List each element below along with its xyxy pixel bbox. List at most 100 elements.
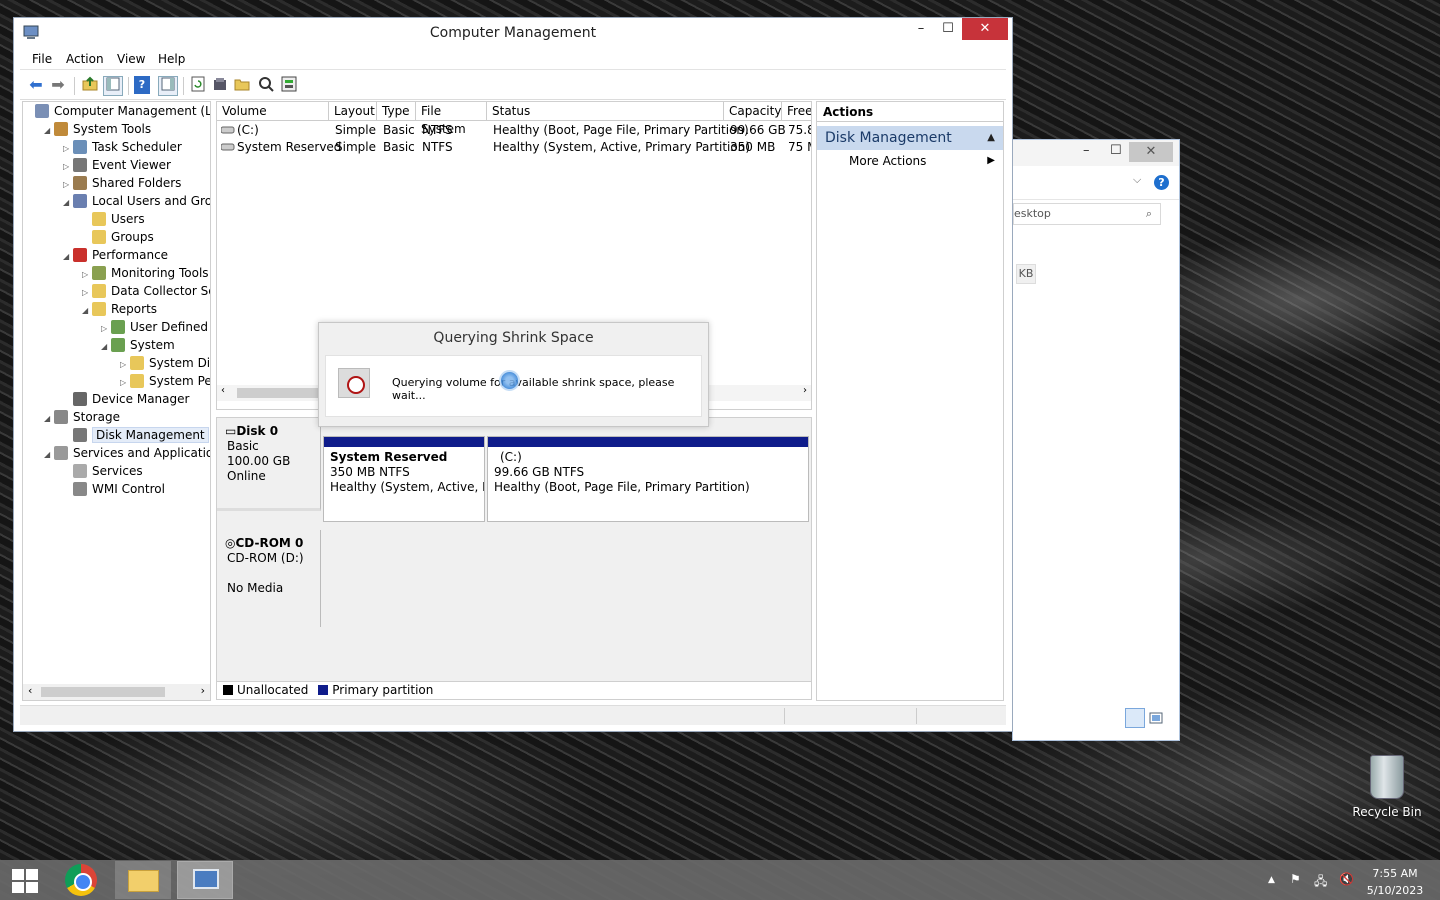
tree-node[interactable]: WMI Control	[63, 480, 165, 498]
show-hide-console-tree-icon[interactable]	[103, 76, 123, 96]
tree-node[interactable]: Services	[63, 462, 143, 480]
tree-node[interactable]: Groups	[82, 228, 154, 246]
volume-muted-icon[interactable]: 🔇	[1339, 872, 1354, 886]
background-window-titlebar[interactable]: – ☐ ✕	[1013, 140, 1179, 166]
toolbar-separator	[74, 77, 75, 95]
scroll-right-icon[interactable]: ›	[201, 684, 205, 697]
expand-arrow-icon[interactable]: ◢	[44, 122, 54, 140]
tree-node[interactable]: ▷Data Collector Sets	[82, 282, 210, 300]
minimize-button[interactable]: –	[907, 18, 935, 40]
tree-node[interactable]: Computer Management (Local	[25, 102, 210, 120]
large-icons-view-icon[interactable]	[1149, 708, 1165, 728]
tree-horizontal-scrollbar[interactable]: ‹ ›	[23, 684, 210, 700]
tree-node[interactable]: ▷System Diagn	[120, 354, 210, 372]
tree-node[interactable]: ▷System Perfo	[120, 372, 210, 390]
cdrom-0-label[interactable]: ◎CD-ROM 0 CD-ROM (D:) No Media	[217, 530, 321, 627]
disk-0-label[interactable]: ▭Disk 0 Basic 100.00 GB Online	[217, 418, 321, 511]
expand-arrow-icon[interactable]: ◢	[63, 194, 73, 212]
collapse-arrow-icon[interactable]: ▲	[987, 126, 995, 150]
background-explorer-window[interactable]: – ☐ ✕ ⌵ ? esktop ⌕ KB	[1012, 139, 1180, 741]
tree-node[interactable]: ▷ Task Scheduler	[63, 138, 182, 156]
expand-arrow-icon[interactable]: ◢	[63, 248, 73, 266]
tree-node-icon	[92, 284, 106, 298]
tree-node[interactable]: Disk Management	[63, 426, 209, 444]
tree-node[interactable]: ▷ User Defined	[101, 318, 208, 336]
menu-bar: File Action View Help	[20, 48, 1006, 70]
search-icon[interactable]: ⌕	[1146, 204, 1152, 224]
forward-arrow-icon[interactable]: ➡	[48, 76, 68, 96]
chevron-down-icon[interactable]: ⌵	[1133, 173, 1141, 187]
search-input[interactable]: esktop ⌕	[1013, 203, 1161, 225]
partition-c-drive[interactable]: (C:) 99.66 GB NTFS Healthy (Boot, Page F…	[487, 436, 809, 522]
partition-system-reserved[interactable]: System Reserved 350 MB NTFS Healthy (Sys…	[323, 436, 485, 522]
help-icon[interactable]: ?	[134, 76, 150, 94]
properties-icon[interactable]	[279, 76, 299, 96]
column-header-volume[interactable]: Volume	[217, 102, 329, 121]
column-header-type[interactable]: Type	[377, 102, 416, 121]
scroll-left-icon[interactable]: ‹	[28, 684, 32, 697]
recycle-bin[interactable]: Recycle Bin	[1352, 755, 1422, 819]
open-folder-icon[interactable]	[232, 76, 252, 96]
menu-help[interactable]: Help	[158, 52, 185, 66]
show-hide-action-pane-icon[interactable]	[158, 76, 178, 96]
tree-node[interactable]: ◢ Services and Applications	[44, 444, 210, 464]
taskbar-file-explorer[interactable]	[115, 861, 171, 899]
title-bar[interactable]: Computer Management – ☐ ✕	[14, 18, 1012, 48]
tree-node[interactable]: Device Manager	[63, 390, 189, 408]
scroll-right-icon[interactable]: ›	[803, 385, 807, 396]
taskbar-chrome[interactable]	[53, 861, 109, 899]
expand-arrow-icon[interactable]: ◢	[44, 410, 54, 428]
more-actions-item[interactable]: More Actions ▶	[817, 150, 1003, 172]
tree-node[interactable]: ◢ System	[101, 336, 175, 354]
tree-node-label: Event Viewer	[92, 158, 171, 172]
tree-node[interactable]: Users	[82, 210, 145, 228]
tree-node[interactable]: ◢ Performance	[63, 246, 168, 264]
action-center-flag-icon[interactable]: ⚑	[1290, 872, 1301, 886]
refresh-icon[interactable]	[188, 76, 208, 96]
tree-node-icon	[73, 140, 87, 154]
tree-node-icon	[73, 158, 87, 172]
column-header-layout[interactable]: Layout	[329, 102, 377, 121]
actions-section-disk-management[interactable]: Disk Management ▲	[817, 126, 1003, 150]
show-hidden-icons-icon[interactable]: ▲	[1268, 875, 1275, 885]
clock[interactable]: 7:55 AM 5/10/2023	[1362, 865, 1428, 899]
scroll-left-icon[interactable]: ‹	[221, 385, 225, 396]
tree-node[interactable]: ▷ Shared Folders	[63, 174, 181, 192]
details-view-icon[interactable]	[1125, 708, 1145, 728]
close-button[interactable]: ✕	[962, 18, 1008, 40]
primary-partition-swatch	[318, 685, 329, 695]
connect-icon[interactable]	[210, 76, 230, 96]
tree-node[interactable]: ◢ Reports	[82, 300, 157, 318]
column-header-file-system[interactable]: File System	[416, 102, 487, 136]
tree-node[interactable]: ▷ Event Viewer	[63, 156, 171, 174]
up-folder-icon[interactable]	[80, 76, 100, 96]
actions-pane: Actions Disk Management ▲ More Actions ▶	[816, 101, 1004, 701]
column-header-status[interactable]: Status	[487, 102, 724, 121]
column-header-free[interactable]: Free	[782, 102, 811, 121]
column-header-capacity[interactable]: Capacity	[724, 102, 782, 121]
actions-header: Actions	[817, 102, 1003, 122]
disk-graphical-view[interactable]: ▭Disk 0 Basic 100.00 GB Online System Re…	[216, 417, 812, 682]
menu-file[interactable]: File	[32, 52, 52, 66]
scroll-thumb[interactable]	[41, 687, 165, 697]
maximize-button[interactable]: ☐	[934, 18, 962, 40]
console-tree[interactable]: Computer Management (Local◢System Tools▷…	[22, 101, 211, 701]
start-button[interactable]	[0, 861, 50, 899]
menu-view[interactable]: View	[117, 52, 145, 66]
tree-node[interactable]: ◢ System Tools	[44, 120, 151, 138]
close-icon[interactable]: ✕	[1129, 142, 1173, 162]
search-disk-icon[interactable]	[256, 76, 276, 96]
taskbar-computer-management[interactable]	[177, 861, 233, 899]
menu-action[interactable]: Action	[66, 52, 104, 66]
expand-arrow-icon[interactable]: ◢	[44, 446, 54, 464]
maximize-icon[interactable]: ☐	[1110, 143, 1122, 158]
minimize-icon[interactable]: –	[1083, 143, 1090, 158]
tree-node[interactable]: ▷ Monitoring Tools	[82, 264, 209, 282]
network-icon[interactable]: 🖧	[1314, 872, 1327, 893]
help-icon[interactable]: ?	[1154, 175, 1169, 190]
expand-arrow-icon[interactable]: ◢	[82, 302, 92, 320]
tree-node[interactable]: ◢ Local Users and Groups	[63, 192, 210, 212]
expand-arrow-icon[interactable]: ◢	[101, 338, 111, 356]
back-arrow-icon[interactable]: ⬅	[26, 76, 46, 96]
tree-node[interactable]: ◢ Storage	[44, 408, 120, 426]
